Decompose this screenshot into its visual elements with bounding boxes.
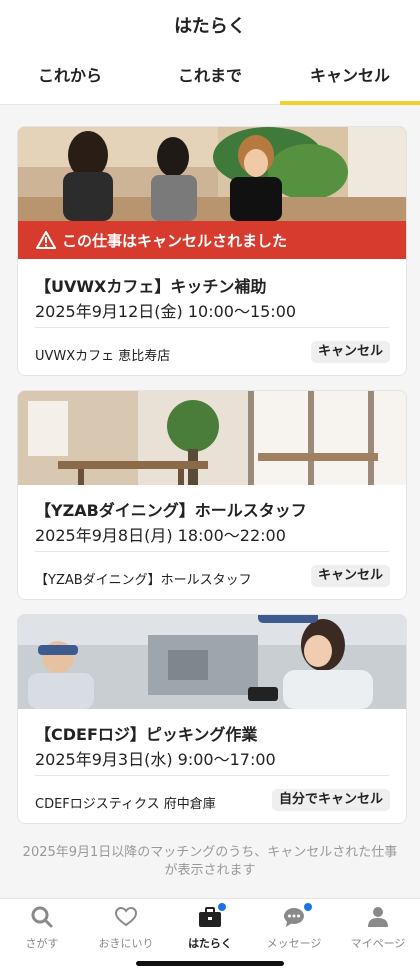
company-name: 【YZABダイニング】ホールスタッフ xyxy=(35,573,252,588)
tab-past[interactable]: これまで xyxy=(140,62,280,104)
tab-cancelled[interactable]: キャンセル xyxy=(280,62,420,105)
job-date: 2025年9月8日(月) 18:00〜22:00 xyxy=(35,526,286,545)
header: はたらく これから これまで キャンセル xyxy=(0,0,420,105)
heart-icon xyxy=(84,905,168,929)
briefcase-icon xyxy=(168,903,252,929)
notification-dot xyxy=(304,903,312,911)
divider xyxy=(35,775,389,776)
job-card[interactable]: 【CDEFロジ】ピッキング作業 2025年9月3日(水) 9:00〜17:00 … xyxy=(17,614,407,824)
job-photo xyxy=(18,391,406,485)
nav-label: おきにいり xyxy=(98,937,154,950)
nav-label: はたらく xyxy=(188,937,232,950)
nav-messages[interactable]: メッセージ xyxy=(252,903,336,951)
nav-label: メッセージ xyxy=(266,937,322,950)
status-badge: 自分でキャンセル xyxy=(271,789,390,811)
nav-label: マイページ xyxy=(350,937,406,950)
status-badge: キャンセル xyxy=(310,565,390,587)
job-title: 【UVWXカフェ】キッチン補助 xyxy=(35,277,267,296)
divider xyxy=(35,551,389,552)
job-photo xyxy=(18,127,406,221)
job-title: 【YZABダイニング】ホールスタッフ xyxy=(35,501,307,520)
footnote: 2025年9月1日以降のマッチングのうち、キャンセルされた仕事が表示されます xyxy=(22,845,398,878)
nav-work[interactable]: はたらく xyxy=(168,903,252,951)
page-title: はたらく xyxy=(174,16,246,37)
warning-icon xyxy=(36,231,56,249)
job-card[interactable]: この仕事はキャンセルされました 【UVWXカフェ】キッチン補助 2025年9月1… xyxy=(17,126,407,376)
job-photo xyxy=(18,615,406,709)
home-indicator xyxy=(136,961,284,966)
job-date: 2025年9月12日(金) 10:00〜15:00 xyxy=(35,302,297,321)
app: はたらく これから これまで キャンセル この仕事はキャンセルされました 【UV… xyxy=(0,0,420,977)
divider xyxy=(35,327,389,328)
notification-dot xyxy=(218,903,226,911)
job-date: 2025年9月3日(水) 9:00〜17:00 xyxy=(35,750,276,769)
nav-search[interactable]: さがす xyxy=(0,905,84,951)
nav-label: さがす xyxy=(25,937,59,950)
nav-mypage[interactable]: マイページ xyxy=(336,905,420,951)
job-title: 【CDEFロジ】ピッキング作業 xyxy=(35,725,258,744)
job-card[interactable]: 【YZABダイニング】ホールスタッフ 2025年9月8日(月) 18:00〜22… xyxy=(17,390,407,600)
alert-text: この仕事はキャンセルされました xyxy=(62,231,288,250)
tab-bar: これから これまで キャンセル xyxy=(0,62,420,105)
person-icon xyxy=(336,905,420,929)
cancelled-alert: この仕事はキャンセルされました xyxy=(18,221,406,259)
search-icon xyxy=(0,905,84,929)
nav-favorites[interactable]: おきにいり xyxy=(84,905,168,951)
tab-upcoming[interactable]: これから xyxy=(0,62,140,104)
chat-icon xyxy=(252,903,336,929)
company-name: CDEFロジスティクス 府中倉庫 xyxy=(35,797,216,812)
status-badge: キャンセル xyxy=(310,341,390,363)
company-name: UVWXカフェ 恵比寿店 xyxy=(35,349,171,364)
